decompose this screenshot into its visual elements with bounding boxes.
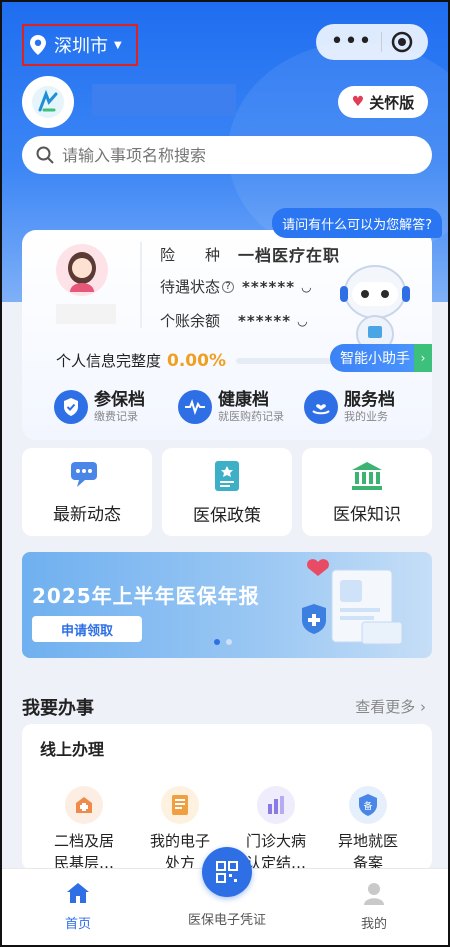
online-services-title: 线上办理 [40,740,105,759]
view-more-link[interactable]: 查看更多 › [355,696,426,717]
service-label-line1: 门诊大病 [245,832,306,850]
medical-report-illustration [302,559,403,645]
hand-heart-icon [304,390,338,424]
section-title: 我要办事 [22,698,94,719]
close-target-icon[interactable] [391,31,413,53]
pagination-dot-active[interactable] [214,639,220,645]
institution-icon [352,461,382,490]
tab-home[interactable]: 首页 [28,881,128,932]
completeness-value: 0.00% [167,350,226,371]
robot-assistant-icon[interactable] [332,256,418,356]
logo-icon [32,86,64,118]
pagination-dot[interactable] [226,639,232,645]
smart-assistant-button[interactable]: 智能小助手 › [330,344,432,372]
service-item-basic-care[interactable]: 二档及居 民基层… [42,786,126,874]
insurance-type-value: 一档医疗在职 [238,246,341,265]
account-balance-value: ****** [238,311,292,330]
quick-link-health-record[interactable]: 健康档 就医购药记录 [178,390,284,424]
banner-title: 2025年上半年医保年报 [32,584,260,608]
tab-mine[interactable]: 我的 [324,881,424,932]
quick-link-subtitle: 缴费记录 [94,410,138,423]
city-name: 深圳市 [54,36,108,57]
heart-icon: ♥ [351,94,365,110]
tile-latest-news[interactable]: 最新动态 [22,448,152,536]
avatar[interactable] [56,244,108,296]
insurance-profile-card: 险 种 一档医疗在职 待遇状态 ? ****** ◡ 个账余额 ****** ◡… [22,230,432,440]
service-item-remote-filing[interactable]: 备 异地就医 备案 [326,786,410,874]
e-voucher-qr-button[interactable] [202,847,252,897]
pulse-icon [178,390,212,424]
medical-insurance-logo [22,76,74,128]
tile-label: 医保政策 [193,505,261,526]
hospital-icon [65,786,103,824]
female-avatar-icon [68,252,96,292]
tile-insurance-policy[interactable]: 医保政策 [162,448,292,536]
divider [140,242,142,328]
banner-pagination [214,639,232,645]
quick-link-title: 参保档 [94,390,145,410]
search-input[interactable] [62,145,392,165]
badge-icon: 备 [349,786,387,824]
bottom-tab-bar: 首页 医保电子凭证 我的 [2,847,448,945]
quick-link-service-record[interactable]: 服务档 我的业务 [304,390,395,424]
app-frame: 深圳市 ▼ ••• ♥ 关怀版 请问有什么可以为您解答? 险 种 一档医疗在职 … [0,0,450,947]
caret-down-icon: ▼ [114,39,122,51]
chevron-right-icon: › [414,344,432,372]
tab-e-voucher-label: 医保电子凭证 [187,913,266,928]
tab-home-label: 首页 [64,917,91,932]
service-label-line1: 异地就医 [337,832,398,850]
location-pin-icon [30,35,46,55]
profile-completeness: 个人信息完整度 0.00% [56,350,226,371]
service-label-line1: 我的电子 [149,832,210,850]
care-mode-button[interactable]: ♥ 关怀版 [338,86,428,118]
bar-chart-icon [257,786,295,824]
user-name-redacted [92,84,236,116]
completeness-label: 个人信息完整度 [56,352,162,370]
shield-check-icon [54,390,88,424]
info-icon[interactable]: ? [222,280,235,293]
eye-closed-icon[interactable]: ◡ [301,280,311,294]
search-icon [36,146,54,164]
insurance-type-row: 险 种 一档医疗在职 [160,242,340,266]
account-balance-row: 个账余额 ****** ◡ [160,310,308,331]
assistant-bubble[interactable]: 请问有什么可以为您解答? [272,208,442,238]
account-balance-label: 个账余额 [160,312,221,330]
user-icon [364,883,384,905]
more-dots-icon[interactable]: ••• [331,31,373,53]
qr-code-icon [216,861,238,883]
quick-link-subtitle: 就医购药记录 [218,410,284,423]
tile-label: 医保知识 [333,504,401,525]
smart-assistant-label: 智能小助手 [340,351,410,367]
chat-icon [71,461,97,487]
policy-book-icon [215,460,239,491]
tab-e-voucher[interactable]: 医保电子凭证 [177,909,277,928]
prescription-icon [161,786,199,824]
quick-link-title: 健康档 [218,390,269,410]
avatar-name-redacted [56,304,116,324]
benefit-status-value: ****** [242,277,296,296]
care-mode-label: 关怀版 [369,93,415,112]
eye-closed-icon[interactable]: ◡ [297,314,307,328]
apply-receive-button[interactable]: 申请领取 [32,616,142,642]
miniprogram-capsule: ••• [316,24,428,60]
home-icon [67,883,89,903]
quick-link-insurance-record[interactable]: 参保档 缴费记录 [54,390,145,424]
tab-mine-label: 我的 [360,917,387,932]
tile-insurance-knowledge[interactable]: 医保知识 [302,448,432,536]
search-bar[interactable] [22,136,432,174]
tile-label: 最新动态 [53,504,121,525]
svg-text:备: 备 [363,800,372,812]
quick-link-title: 服务档 [344,390,395,410]
service-label-line1: 二档及居 [53,832,114,850]
insurance-type-label: 险 种 [160,245,221,264]
chevron-right-icon: › [420,698,426,716]
benefit-status-row: 待遇状态 ? ****** ◡ [160,276,312,297]
view-more-label: 查看更多 [355,698,416,716]
quick-link-subtitle: 我的业务 [344,410,388,423]
city-selector[interactable]: 深圳市 ▼ [22,24,138,66]
benefit-status-label: 待遇状态 [160,278,221,296]
